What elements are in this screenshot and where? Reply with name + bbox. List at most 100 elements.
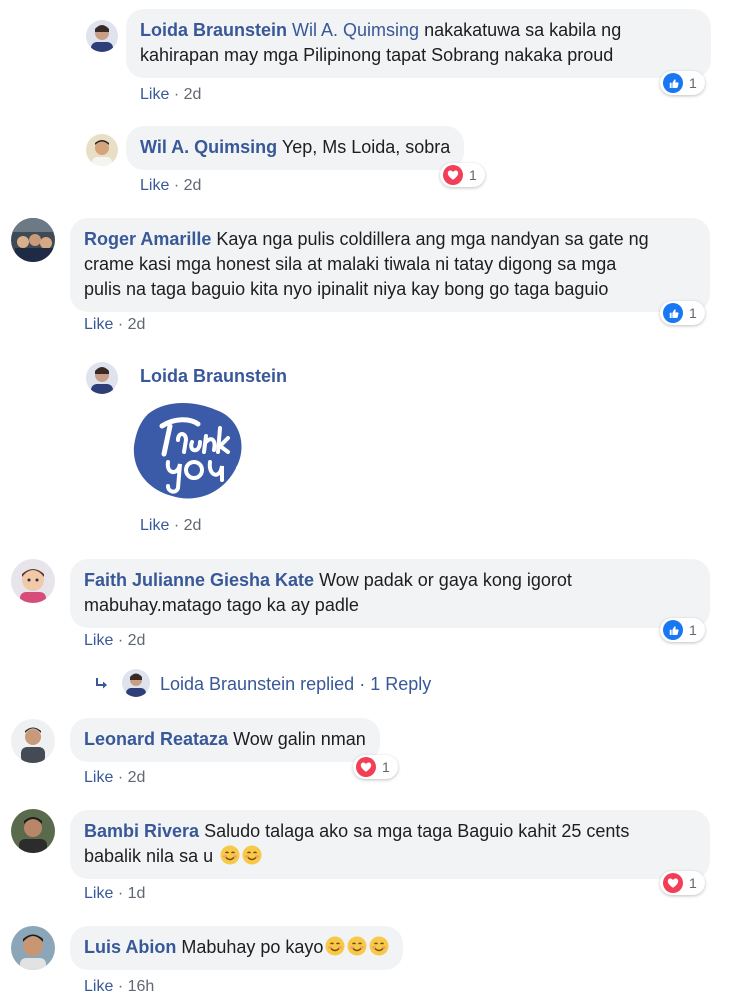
love-reaction-icon bbox=[663, 873, 683, 893]
avatar[interactable] bbox=[86, 20, 118, 52]
comment-meta: Like · 2d bbox=[84, 316, 145, 334]
comment-time[interactable]: 2d bbox=[184, 517, 202, 534]
mention-link[interactable]: Wil A. Quimsing bbox=[292, 20, 419, 40]
reaction-number: 1 bbox=[382, 759, 390, 775]
comment-text: babalik nila sa u bbox=[84, 846, 214, 866]
reaction-count[interactable]: 1 bbox=[660, 301, 705, 325]
like-button[interactable]: Like bbox=[140, 177, 169, 194]
comment-time[interactable]: 2d bbox=[184, 177, 202, 194]
comment-meta: Like · 16h bbox=[84, 978, 154, 996]
comment-author[interactable]: Loida Braunstein bbox=[140, 20, 287, 40]
comment-text: nakakatuwa sa kabila ng bbox=[424, 20, 622, 40]
comment-author[interactable]: Loida Braunstein bbox=[140, 366, 287, 387]
avatar-image bbox=[11, 809, 55, 853]
smiling-face-emoji-icon bbox=[347, 936, 367, 956]
comment-time[interactable]: 1d bbox=[128, 885, 146, 902]
avatar[interactable] bbox=[11, 926, 55, 970]
comment-bubble: Loida Braunstein Wil A. Quimsing nakakat… bbox=[126, 9, 711, 78]
comment-time[interactable]: 2d bbox=[184, 86, 202, 103]
comment-bubble: Wil A. Quimsing Yep, Ms Loida, sobra bbox=[126, 126, 465, 170]
reaction-number: 1 bbox=[689, 622, 697, 638]
reaction-count[interactable]: 1 bbox=[660, 71, 705, 95]
comment-time[interactable]: 2d bbox=[128, 769, 146, 786]
avatar[interactable] bbox=[86, 362, 118, 394]
reaction-number: 1 bbox=[689, 75, 697, 91]
view-replies-link[interactable]: Loida Braunstein replied · 1 Reply bbox=[160, 674, 431, 695]
separator: · bbox=[117, 769, 124, 786]
avatar[interactable] bbox=[86, 134, 118, 166]
comment-bubble: Faith Julianne Giesha Kate Wow padak or … bbox=[70, 559, 710, 628]
comment-meta: Like · 1d bbox=[84, 885, 145, 903]
avatar-image bbox=[11, 926, 55, 970]
separator: · bbox=[117, 885, 124, 902]
avatar[interactable] bbox=[11, 719, 55, 763]
avatar-image bbox=[11, 719, 55, 763]
comment-text: Wow galin nman bbox=[233, 729, 366, 749]
comment-bubble: Leonard Reataza Wow galin nman bbox=[70, 718, 380, 762]
comment-author[interactable]: Luis Abion bbox=[84, 937, 176, 957]
separator: · bbox=[117, 978, 124, 995]
comment-time[interactable]: 2d bbox=[128, 316, 146, 333]
comment-meta: Like · 2d bbox=[140, 177, 201, 195]
like-button[interactable]: Like bbox=[140, 517, 169, 534]
smiling-face-emoji-icon bbox=[220, 845, 240, 865]
separator: · bbox=[359, 674, 366, 694]
separator: · bbox=[117, 632, 124, 649]
comment-meta: Like · 2d bbox=[84, 632, 145, 650]
smiling-face-emoji-icon bbox=[369, 936, 389, 956]
comment-text: Saludo talaga ako sa mga taga Baguio kah… bbox=[204, 821, 630, 841]
avatar[interactable] bbox=[11, 218, 55, 262]
avatar-image bbox=[11, 559, 55, 603]
comment-meta: Like · 2d bbox=[84, 769, 145, 787]
comment-text: kahirapan may mga Pilipinong tapat Sobra… bbox=[140, 45, 614, 65]
reply-author: Loida Braunstein bbox=[160, 674, 296, 694]
like-button[interactable]: Like bbox=[84, 978, 113, 995]
separator: · bbox=[117, 316, 124, 333]
reaction-count[interactable]: 1 bbox=[440, 163, 485, 187]
like-reaction-icon bbox=[663, 620, 683, 640]
avatar-image bbox=[122, 669, 150, 697]
comment-author[interactable]: Roger Amarille bbox=[84, 229, 211, 249]
smiling-face-emoji-icon bbox=[325, 936, 345, 956]
separator: · bbox=[173, 177, 180, 194]
comment-author[interactable]: Wil A. Quimsing bbox=[140, 137, 277, 157]
comment-time[interactable]: 16h bbox=[128, 978, 155, 995]
avatar-image bbox=[86, 20, 118, 52]
reaction-count[interactable]: 1 bbox=[660, 871, 705, 895]
like-button[interactable]: Like bbox=[84, 632, 113, 649]
comment-time[interactable]: 2d bbox=[128, 632, 146, 649]
thank-you-sticker[interactable] bbox=[128, 396, 246, 508]
comment-meta: Like · 2d bbox=[140, 517, 201, 535]
like-button[interactable]: Like bbox=[84, 316, 113, 333]
comment-text: mabuhay.matago tago ka ay padle bbox=[84, 595, 359, 615]
comment-bubble: Bambi Rivera Saludo talaga ako sa mga ta… bbox=[70, 810, 710, 879]
like-button[interactable]: Like bbox=[84, 769, 113, 786]
comment-bubble: Roger Amarille Kaya nga pulis coldillera… bbox=[70, 218, 710, 312]
avatar[interactable] bbox=[122, 669, 150, 697]
avatar-image bbox=[11, 218, 55, 262]
comment-author[interactable]: Leonard Reataza bbox=[84, 729, 228, 749]
comment-text: crame kasi mga honest sila at malaki tiw… bbox=[84, 254, 617, 274]
avatar-image bbox=[86, 362, 118, 394]
separator: · bbox=[173, 517, 180, 534]
comment-text: Mabuhay po kayo bbox=[181, 937, 324, 957]
comment-text: pulis na taga baguio kita nyo ipinalit n… bbox=[84, 279, 609, 299]
love-reaction-icon bbox=[443, 165, 463, 185]
comment-text: Wow padak or gaya kong igorot bbox=[319, 570, 572, 590]
comment-author[interactable]: Faith Julianne Giesha Kate bbox=[84, 570, 314, 590]
reaction-count[interactable]: 1 bbox=[660, 618, 705, 642]
comment-text: Yep, Ms Loida, sobra bbox=[281, 137, 451, 157]
avatar[interactable] bbox=[11, 809, 55, 853]
comment-meta: Like · 2d bbox=[140, 86, 201, 104]
avatar[interactable] bbox=[11, 559, 55, 603]
reaction-count[interactable]: 1 bbox=[353, 755, 398, 779]
comment-text: Kaya nga pulis coldillera ang mga nandya… bbox=[216, 229, 649, 249]
like-button[interactable]: Like bbox=[140, 86, 169, 103]
comment-bubble: Luis Abion Mabuhay po kayo bbox=[70, 926, 404, 970]
reaction-number: 1 bbox=[689, 875, 697, 891]
separator: · bbox=[173, 86, 180, 103]
like-button[interactable]: Like bbox=[84, 885, 113, 902]
like-reaction-icon bbox=[663, 303, 683, 323]
comment-author[interactable]: Bambi Rivera bbox=[84, 821, 199, 841]
replied-label: replied bbox=[300, 674, 355, 694]
